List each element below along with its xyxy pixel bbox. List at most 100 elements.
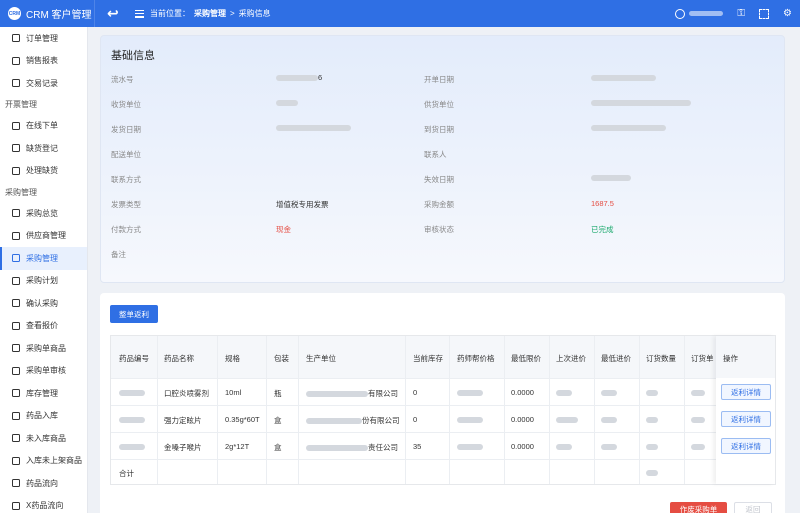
sidebar-item-label: 供应商管理 — [26, 231, 66, 241]
sidebar-item-handle-shortage[interactable]: 处理缺货 — [0, 160, 87, 183]
redacted-value — [646, 470, 658, 477]
label-pay-method: 付款方式 — [111, 225, 141, 234]
redacted-value — [601, 417, 617, 424]
td-name: 口腔炎喷雾剂 — [164, 389, 209, 398]
sidebar-item-label: 缺货登记 — [26, 143, 58, 153]
redacted-value — [306, 418, 362, 425]
sidebar-item-label: 采购总览 — [26, 208, 58, 218]
td-spec: 0.35g*60T — [225, 415, 260, 424]
sidebar-item-label: 订单管理 — [26, 33, 58, 43]
whole-order-rebate-button[interactable]: 整单返利 — [110, 305, 158, 323]
sidebar-item-x-drug-flow[interactable]: X药品流向 — [0, 495, 87, 513]
redacted-value — [691, 444, 705, 451]
sidebar-item-purchase-management[interactable]: 采购管理 — [0, 247, 87, 270]
row-divider — [111, 432, 775, 433]
sidebar-item-transactions[interactable]: 交易记录 — [0, 72, 87, 95]
return-button[interactable]: 返回 — [734, 502, 772, 513]
sidebar-item-purchase-overview[interactable]: 采购总览 — [0, 202, 87, 225]
column-divider — [217, 336, 218, 484]
sidebar-item-purchase-plan[interactable]: 采购计划 — [0, 270, 87, 293]
sidebar-item-supplier-management[interactable]: 供应商管理 — [0, 225, 87, 248]
sidebar-item-label: 采购管理 — [26, 253, 58, 263]
basic-info-title: 基础信息 — [111, 50, 155, 62]
td-code — [119, 388, 145, 397]
label-supplier: 供货单位 — [424, 100, 454, 109]
report-icon — [12, 56, 20, 65]
document-icon — [12, 209, 20, 218]
sidebar-item-orders[interactable]: 订单管理 — [0, 27, 87, 50]
rebate-detail-button[interactable]: 返利详情 — [721, 384, 771, 400]
redacted-value — [646, 417, 658, 424]
breadcrumb-section[interactable]: 采购管理 — [194, 8, 226, 19]
column-divider — [639, 336, 640, 484]
total-qty — [646, 468, 658, 477]
gear-icon[interactable]: ⚙ — [783, 8, 792, 19]
breadcrumb: 当前位置： 采购管理 > 采购信息 — [150, 8, 271, 19]
sidebar-item-label: 销售报表 — [26, 56, 58, 66]
rebate-detail-button[interactable]: 返利详情 — [721, 411, 771, 427]
sidebar-item-purchase-items[interactable]: 采购单商品 — [0, 337, 87, 360]
value-serial-suffix: 6 — [318, 73, 323, 82]
td-code — [119, 415, 145, 424]
sidebar-item-confirm-purchase[interactable]: 确认采购 — [0, 292, 87, 315]
items-table: 药品编号 药品名称 规格 包装 生产单位 当前库存 药师帮价格 最低限价 上次进… — [110, 335, 776, 485]
td-name: 强力定眩片 — [164, 416, 202, 425]
column-divider — [298, 336, 299, 484]
cart-icon — [12, 276, 20, 285]
fullscreen-icon[interactable] — [759, 8, 770, 19]
th-name: 药品名称 — [164, 354, 194, 363]
sidebar-item-not-inbound[interactable]: 未入库商品 — [0, 427, 87, 450]
td-order-unit — [691, 442, 705, 451]
sidebar-item-drug-flow[interactable]: 药品流向 — [0, 472, 87, 495]
sidebar-item-inventory[interactable]: 库存管理 — [0, 382, 87, 405]
user-name-redacted[interactable] — [689, 11, 724, 16]
menu-toggle-icon[interactable] — [135, 9, 144, 18]
label-contact: 联系人 — [424, 150, 447, 159]
sidebar-item-purchase-audit[interactable]: 采购单审核 — [0, 360, 87, 383]
th-order-unit: 订货单 — [691, 354, 714, 363]
sidebar-item-sales-report[interactable]: 销售报表 — [0, 50, 87, 73]
label-invoice-type: 发票类型 — [111, 200, 141, 209]
sidebar-item-drug-inbound[interactable]: 药品入库 — [0, 405, 87, 428]
void-purchase-button[interactable]: 作废采购单 — [670, 502, 727, 513]
td-name: 金嗓子喉片 — [164, 443, 202, 452]
label-order-date: 开单日期 — [424, 75, 454, 84]
box-icon — [12, 389, 20, 398]
th-ysb-price: 药师帮价格 — [457, 354, 495, 363]
rebate-detail-button[interactable]: 返利详情 — [721, 438, 771, 454]
label-expire-date: 失效日期 — [424, 175, 454, 184]
sidebar-item-label: 库存管理 — [26, 388, 58, 398]
label-arrive-date: 到货日期 — [424, 125, 454, 134]
sidebar: 订单管理 销售报表 交易记录 开票管理 在线下单 缺货登记 处理缺货 采购管理 … — [0, 27, 88, 513]
sidebar-item-shortage-register[interactable]: 缺货登记 — [0, 137, 87, 160]
redacted-value — [591, 75, 656, 82]
back-arrow-icon[interactable]: ↩ — [107, 5, 121, 22]
top-right-tools: ⚿ ⚙ — [675, 0, 792, 27]
sidebar-item-label: 处理缺货 — [26, 166, 58, 176]
sidebar-item-label: 采购单商品 — [26, 343, 66, 353]
sidebar-item-label: 交易记录 — [26, 78, 58, 88]
sidebar-item-not-shelved[interactable]: 入库未上架商品 — [0, 450, 87, 473]
redacted-value — [591, 100, 691, 107]
td-min-price — [601, 442, 617, 451]
value-receiver — [276, 98, 298, 107]
sidebar-item-online-order[interactable]: 在线下单 — [0, 115, 87, 138]
redacted-value — [556, 390, 572, 397]
td-order-unit — [691, 388, 705, 397]
column-divider — [157, 336, 158, 484]
label-receiver: 收货单位 — [111, 100, 141, 109]
sidebar-item-label: 药品流向 — [26, 478, 58, 488]
td-min-limit: 0.0000 — [511, 415, 534, 424]
user-icon[interactable] — [675, 8, 686, 19]
sidebar-item-label: 采购计划 — [26, 276, 58, 286]
label-serial: 流水号 — [111, 75, 134, 84]
lock-icon[interactable]: ⚿ — [737, 8, 745, 19]
sidebar-item-view-quotes[interactable]: 查看报价 — [0, 315, 87, 338]
table-icon — [12, 321, 20, 330]
th-code: 药品编号 — [119, 354, 149, 363]
td-maker-suffix: 有限公司 — [368, 389, 398, 398]
td-pack: 盒 — [274, 416, 282, 425]
redacted-value — [457, 390, 483, 397]
td-min-limit: 0.0000 — [511, 442, 534, 451]
th-min-limit: 最低限价 — [511, 354, 541, 363]
